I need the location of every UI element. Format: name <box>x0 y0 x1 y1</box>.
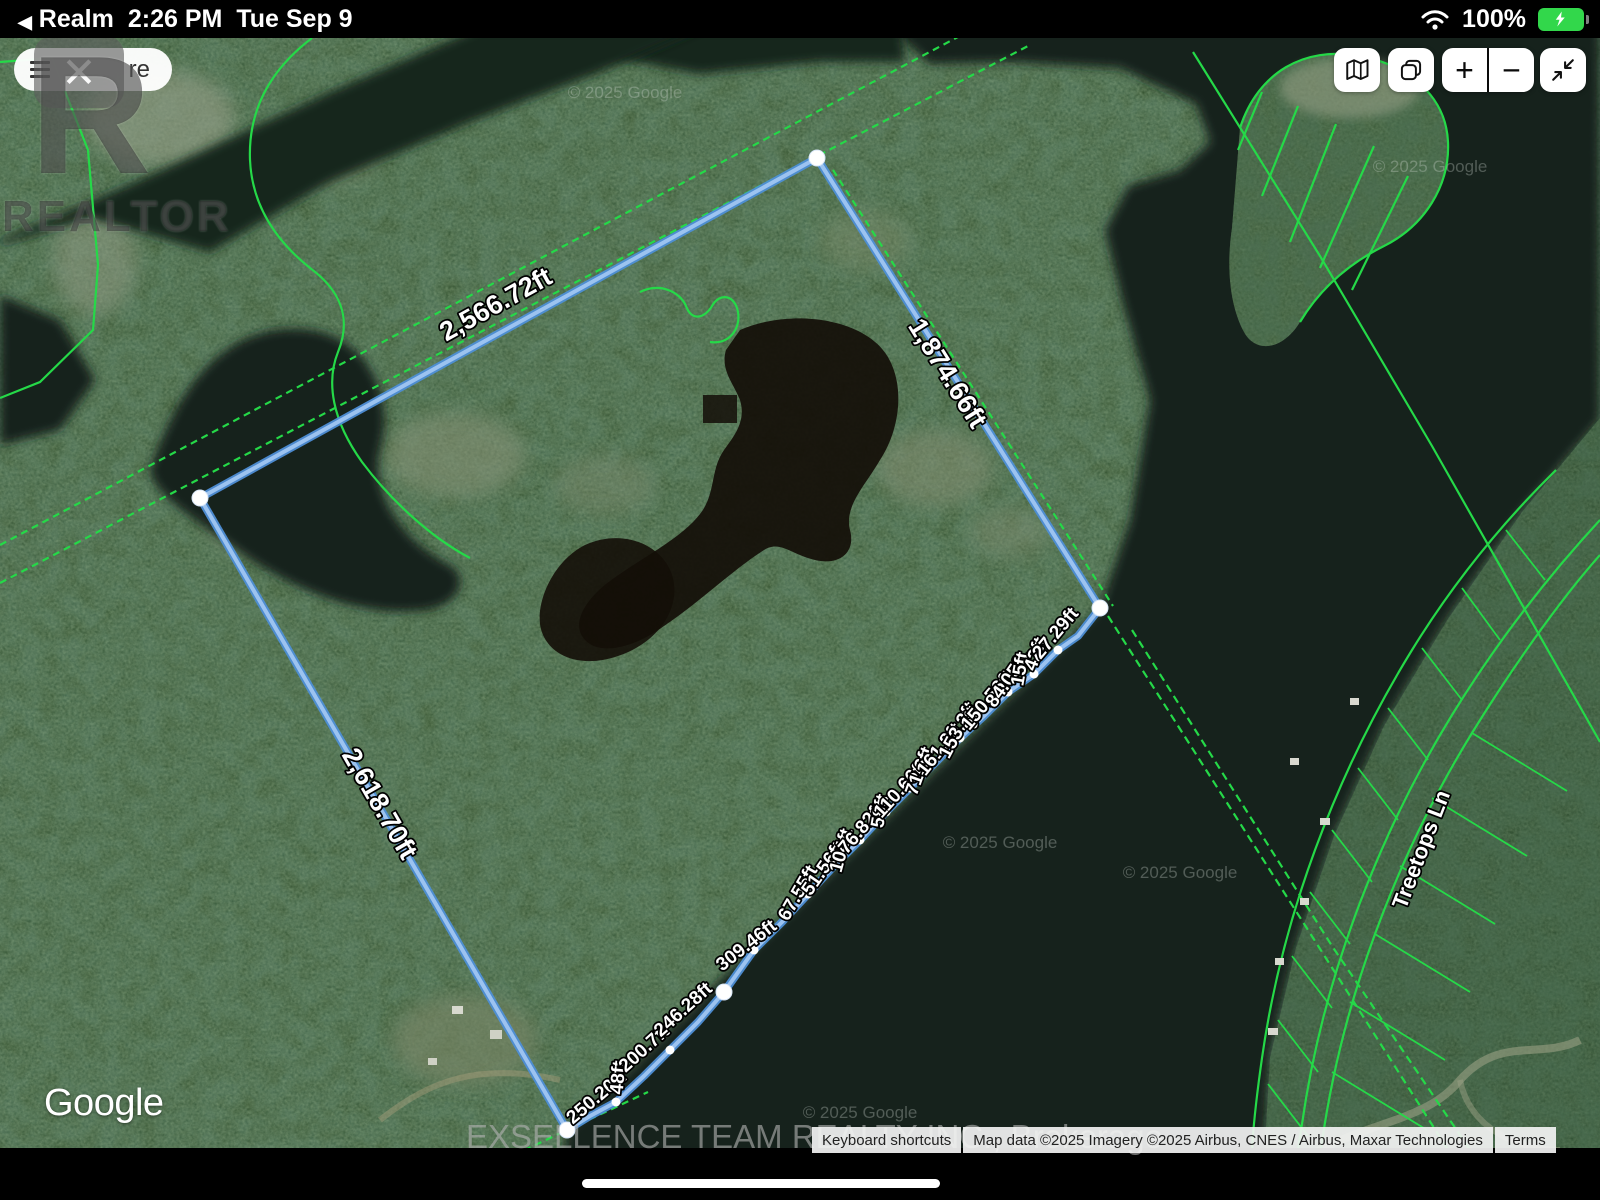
back-chevron-icon: ◀ <box>18 12 32 32</box>
status-bar: ◀ Realm 2:26 PM Tue Sep 9 100% <box>0 0 1600 38</box>
pill-label-fragment: re <box>129 56 150 84</box>
collapse-button[interactable] <box>1540 48 1586 92</box>
wifi-icon <box>1420 7 1450 31</box>
status-date: Tue Sep 9 <box>236 5 352 34</box>
copy-map-button[interactable] <box>1388 48 1434 92</box>
battery-icon <box>1538 8 1584 31</box>
charging-bolt-icon <box>1552 10 1570 28</box>
map-type-button[interactable] <box>1334 48 1380 92</box>
back-app-name: Realm <box>39 5 114 33</box>
close-button[interactable]: ✕ <box>34 36 124 108</box>
close-icon: ✕ <box>61 48 96 97</box>
battery-percent: 100% <box>1462 5 1526 34</box>
map-icon <box>1342 55 1372 85</box>
collapse-icon <box>1549 56 1577 84</box>
screen: 2,566.72ft 1,874.66ft 2,618.70ft 250.20f… <box>0 0 1600 1200</box>
satellite-map[interactable]: 2,566.72ft 1,874.66ft 2,618.70ft 250.20f… <box>0 0 1600 1200</box>
attribution-bar: Keyboard shortcuts Map data ©2025 Imager… <box>812 1127 1556 1153</box>
zoom-controls: + − <box>1442 48 1534 92</box>
zoom-in-button[interactable]: + <box>1442 48 1487 92</box>
keyboard-shortcuts-link[interactable]: Keyboard shortcuts <box>812 1127 961 1153</box>
zoom-out-button[interactable]: − <box>1489 48 1534 92</box>
google-logo: Google <box>44 1082 164 1125</box>
map-copyright: © 2025 Google <box>943 833 1058 852</box>
map-copyright: © 2025 Google <box>568 83 683 102</box>
map-data-attribution: Map data ©2025 Imagery ©2025 Airbus, CNE… <box>963 1127 1493 1153</box>
terms-link[interactable]: Terms <box>1495 1127 1556 1153</box>
copy-icon <box>1397 56 1425 84</box>
status-time: 2:26 PM <box>128 5 222 34</box>
back-to-app-button[interactable]: ◀ Realm <box>18 5 114 34</box>
map-copyright: © 2025 Google <box>1373 157 1488 176</box>
home-indicator[interactable] <box>582 1179 940 1188</box>
map-copyright: © 2025 Google <box>1123 863 1238 882</box>
